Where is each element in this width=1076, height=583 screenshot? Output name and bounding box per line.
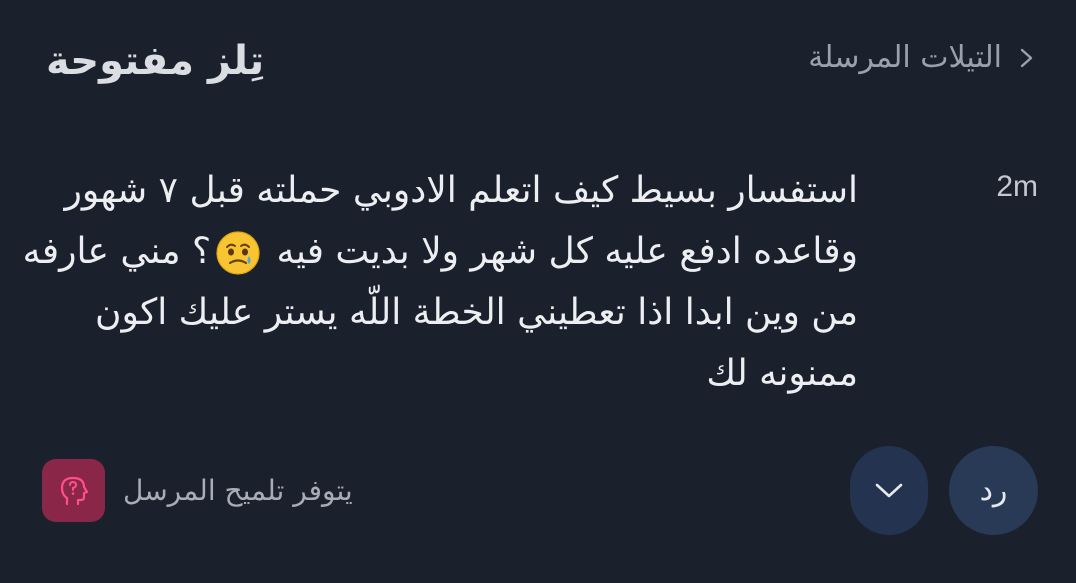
- message-line: من وين ابدا اذا تعطيني الخطة اللّه يستر …: [95, 292, 858, 333]
- message-line: ممنونه لك: [706, 353, 858, 394]
- message-timestamp: 2m: [996, 170, 1038, 203]
- reply-button[interactable]: رد: [949, 446, 1038, 535]
- crying-face-emoji: [216, 231, 260, 275]
- hint-badge: [42, 459, 105, 522]
- page-title: تِلز مفتوحة: [46, 38, 265, 84]
- hint-text: يتوفر تلميح المرسل: [123, 474, 353, 507]
- message-line: وقاعده ادفع عليه كل شهر ولا بديت فيه: [276, 231, 858, 272]
- message-line: ؟ مني عارفه: [22, 231, 212, 272]
- back-link-label: التيلات المرسلة: [808, 40, 1002, 75]
- chevron-down-icon: [875, 483, 903, 497]
- reply-button-label: رد: [979, 473, 1008, 508]
- message-text: استفسار بسيط كيف اتعلم الادوبي حملته قبل…: [23, 160, 858, 404]
- message-line: استفسار بسيط كيف اتعلم الادوبي حملته قبل…: [64, 170, 858, 211]
- thread-screen: التيلات المرسلة تِلز مفتوحة 2m استفسار ب…: [0, 0, 1076, 583]
- back-to-sent-tells[interactable]: التيلات المرسلة: [808, 40, 1036, 75]
- chevron-right-icon: [1020, 48, 1033, 67]
- expand-button[interactable]: [850, 446, 928, 535]
- sender-hint[interactable]: يتوفر تلميح المرسل: [42, 459, 353, 522]
- head-question-icon: [60, 476, 88, 505]
- message-line-with-emoji: وقاعده ادفع عليه كل شهر ولا بديت فيه ؟ م…: [23, 221, 858, 282]
